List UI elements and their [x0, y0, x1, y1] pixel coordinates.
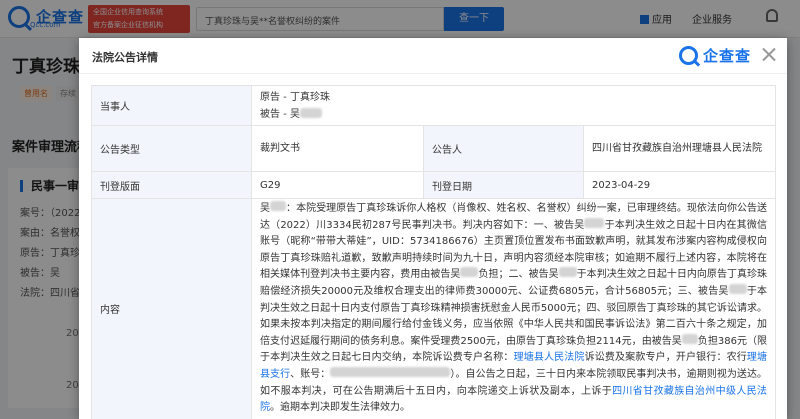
- table-row: 刊登版面 G29 刊登日期 2023-04-29: [91, 171, 777, 199]
- redacted-text: [584, 217, 605, 228]
- label-announcer: 公告人: [423, 125, 584, 172]
- parties-value: 原告 - 丁真珍珠 被告 - 吴: [250, 85, 777, 126]
- content-text: 诉讼费及案款专户，开户银行：农行: [584, 352, 747, 364]
- label-page: 刊登版面: [91, 171, 252, 199]
- table-row: 当事人 原告 - 丁真珍珠 被告 - 吴: [91, 85, 777, 126]
- page-value: G29: [251, 171, 424, 199]
- defendant: 被告 - 吴: [260, 108, 300, 120]
- defendant-row: 被告 - 吴: [260, 106, 767, 123]
- notice-detail-table: 当事人 原告 - 丁真珍珠 被告 - 吴 公告类型 裁判文书 公告人 四川省甘孜…: [91, 85, 777, 419]
- redacted-text: [681, 333, 698, 344]
- plaintiff: 原告 - 丁真珍珠: [260, 91, 330, 103]
- label-notice-type: 公告类型: [91, 125, 252, 172]
- label-content: 内容: [91, 198, 252, 419]
- label-date: 刊登日期: [423, 171, 584, 199]
- notice-content: 吴：本院受理原告丁真珍珠诉你人格权（肖像权、姓名权、名誉权）纠纷一案，已审理终结…: [250, 198, 777, 419]
- dialog-header: 法院公告详情 企查查: [79, 38, 787, 74]
- redacted-account: [330, 366, 451, 377]
- content-text: 吴: [260, 203, 271, 214]
- table-row: 公告类型 裁判文书 公告人 四川省甘孜藏族自治州理塘县人民法院: [91, 125, 777, 172]
- court-link[interactable]: 理塘县人民法院: [514, 352, 585, 363]
- date-value: 2023-04-29: [582, 171, 777, 199]
- redacted-text: [558, 267, 577, 278]
- redacted-text: [270, 201, 287, 211]
- redacted-text: [728, 283, 747, 294]
- announcer-value: 四川省甘孜藏族自治州理塘县人民法院: [582, 125, 777, 172]
- table-row: 内容 吴：本院受理原告丁真珍珠诉你人格权（肖像权、姓名权、名誉权）纠纷一案，已审…: [91, 198, 777, 419]
- magnifier-logo-icon: [679, 46, 698, 65]
- logo-text: 企查查: [703, 47, 752, 65]
- close-icon[interactable]: [761, 46, 777, 62]
- content-text: 、账号：: [290, 368, 331, 380]
- dialog-logo: 企查查: [679, 45, 751, 66]
- content-text: 负担；二、被告吴: [478, 269, 559, 281]
- content-text: 。逾期本判决即发生法律效力。: [270, 402, 410, 414]
- label-parties: 当事人: [91, 85, 252, 126]
- court-notice-dialog: 法院公告详情 企查查 当事人 原告 - 丁真珍珠 被告 - 吴 公告类型 裁判文…: [79, 38, 787, 419]
- notice-type-value: 裁判文书: [251, 125, 424, 172]
- redacted-text: [299, 107, 322, 118]
- dialog-title: 法院公告详情: [92, 51, 158, 64]
- redacted-text: [460, 267, 479, 278]
